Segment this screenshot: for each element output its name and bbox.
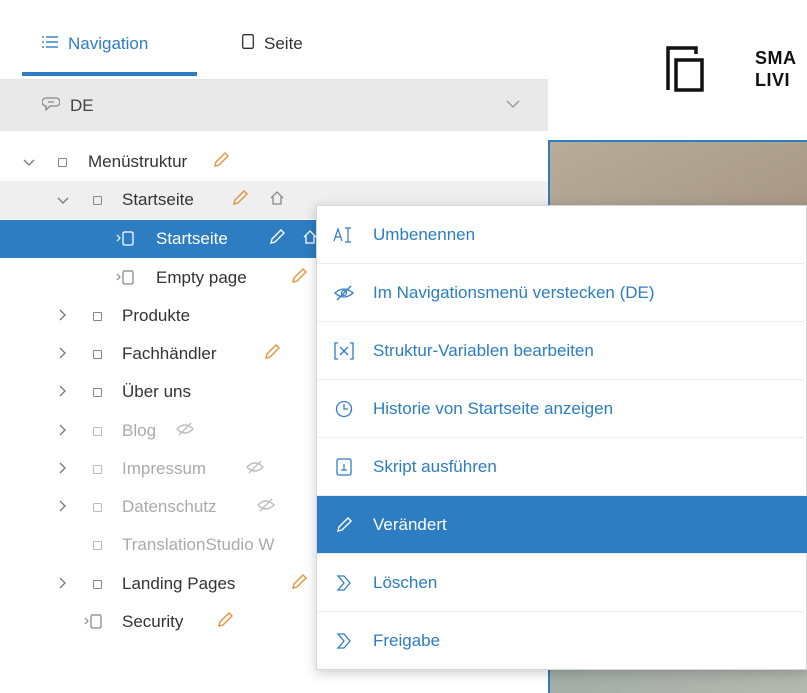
menu-item-label: Im Navigationsmenü verstecken (DE)	[373, 282, 655, 302]
tree-item-label: Security	[122, 612, 184, 631]
folder-square-icon	[93, 502, 102, 512]
page-icon	[116, 231, 136, 247]
page-icon	[116, 270, 136, 286]
tree-item-label: Fachhändler	[122, 344, 217, 363]
folder-square-icon	[93, 387, 102, 397]
folder-square-icon	[93, 426, 102, 436]
pencil-icon	[212, 151, 230, 174]
menu-item-label: Historie von Startseite anzeigen	[373, 398, 614, 418]
pencil-icon	[231, 189, 249, 212]
pencil-icon	[263, 343, 281, 366]
workflow-icon	[333, 572, 355, 594]
pencil-icon	[268, 228, 286, 251]
page-icon	[242, 34, 254, 54]
chevron-right-icon[interactable]	[56, 306, 70, 326]
menu-item-hide-in-nav[interactable]: Im Navigationsmenü verstecken (DE)	[317, 264, 807, 322]
folder-square-icon	[93, 464, 102, 474]
language-select[interactable]: DE	[0, 80, 548, 131]
chevron-down-icon[interactable]	[56, 190, 70, 210]
menu-item-release[interactable]: Freigabe	[317, 612, 807, 670]
menu-item-label: Skript ausführen	[373, 456, 497, 476]
chevron-right-icon[interactable]	[56, 344, 70, 364]
logo-line-2: LIVI	[755, 70, 791, 90]
menu-item-label: Struktur-Variablen bearbeiten	[373, 340, 594, 360]
logo-line-1: SMA	[755, 48, 797, 68]
menu-item-label: Verändert	[373, 514, 447, 534]
chevron-down-icon[interactable]	[22, 152, 36, 172]
script-icon	[333, 456, 355, 478]
folder-square-icon	[93, 579, 102, 589]
logo-mark	[666, 46, 704, 97]
tree-item-translationstudio[interactable]: TranslationStudio W	[0, 526, 316, 564]
tab-navigation-label: Navigation	[68, 34, 149, 53]
eye-slash-icon	[333, 282, 355, 304]
chevron-right-icon[interactable]	[56, 459, 70, 479]
menu-item-edit-variables[interactable]: Struktur-Variablen bearbeiten	[317, 322, 807, 380]
tree-item-label: Blog	[122, 421, 157, 440]
pencil-icon	[216, 611, 234, 634]
workflow-icon	[333, 630, 355, 652]
clock-icon	[333, 398, 355, 420]
menu-item-label: Löschen	[373, 572, 438, 592]
chevron-down-icon	[506, 94, 520, 114]
menu-item-delete[interactable]: Löschen	[317, 554, 807, 612]
chevron-right-icon[interactable]	[56, 574, 70, 594]
chevron-right-icon[interactable]	[56, 421, 70, 441]
tree-item-label: Empty page	[156, 268, 247, 287]
folder-square-icon	[93, 540, 102, 550]
folder-square-icon	[93, 349, 102, 359]
speech-bubble-icon	[41, 96, 61, 116]
active-tab-indicator	[22, 72, 197, 76]
home-icon	[269, 190, 285, 211]
variables-icon	[333, 340, 355, 362]
tree-item-label: Startseite	[156, 229, 228, 248]
tree-item-label: Datenschutz	[122, 497, 217, 516]
page-icon	[84, 614, 104, 630]
tree-item-menuestruktur[interactable]: Menüstruktur	[0, 143, 548, 181]
eye-slash-icon	[256, 497, 276, 518]
menu-item-label: Freigabe	[373, 631, 441, 650]
tree-item-label: Landing Pages	[122, 574, 236, 593]
tree-item-label: Über uns	[122, 382, 191, 401]
menu-item-label: Umbenennen	[373, 224, 476, 244]
menu-item-run-script[interactable]: Skript ausführen	[317, 438, 807, 496]
menu-item-rename[interactable]: Umbenennen	[317, 206, 807, 264]
eye-slash-icon	[175, 421, 195, 442]
menu-item-changed[interactable]: Verändert	[317, 496, 807, 554]
eye-slash-icon	[245, 459, 265, 480]
chevron-right-icon[interactable]	[56, 382, 70, 402]
folder-square-icon	[58, 157, 67, 167]
panel-tabs: Navigation Seite	[0, 0, 548, 80]
tab-page[interactable]: Seite	[242, 34, 303, 54]
tree-item-label: Impressum	[122, 459, 207, 478]
pencil-icon	[290, 267, 308, 290]
pencil-icon	[290, 573, 308, 596]
list-icon	[42, 34, 58, 54]
pencil-icon	[333, 514, 355, 536]
folder-square-icon	[93, 311, 102, 321]
chevron-right-icon[interactable]	[56, 497, 70, 517]
logo-text: SMA LIVI	[755, 47, 797, 91]
rename-icon	[333, 224, 355, 246]
tree-item-label: TranslationStudio W	[122, 535, 275, 554]
tree-item-label: Startseite	[122, 190, 194, 209]
context-menu: Umbenennen Im Navigationsmenü verstecken…	[316, 205, 807, 670]
tab-page-label: Seite	[264, 34, 303, 53]
tree-item-label: Produkte	[122, 306, 191, 325]
language-value: DE	[70, 95, 94, 115]
folder-square-icon	[93, 195, 102, 205]
tab-navigation[interactable]: Navigation	[42, 34, 148, 54]
menu-item-history[interactable]: Historie von Startseite anzeigen	[317, 380, 807, 438]
tree-item-label: Menüstruktur	[88, 152, 188, 171]
preview-header: SMA LIVI	[548, 0, 807, 140]
